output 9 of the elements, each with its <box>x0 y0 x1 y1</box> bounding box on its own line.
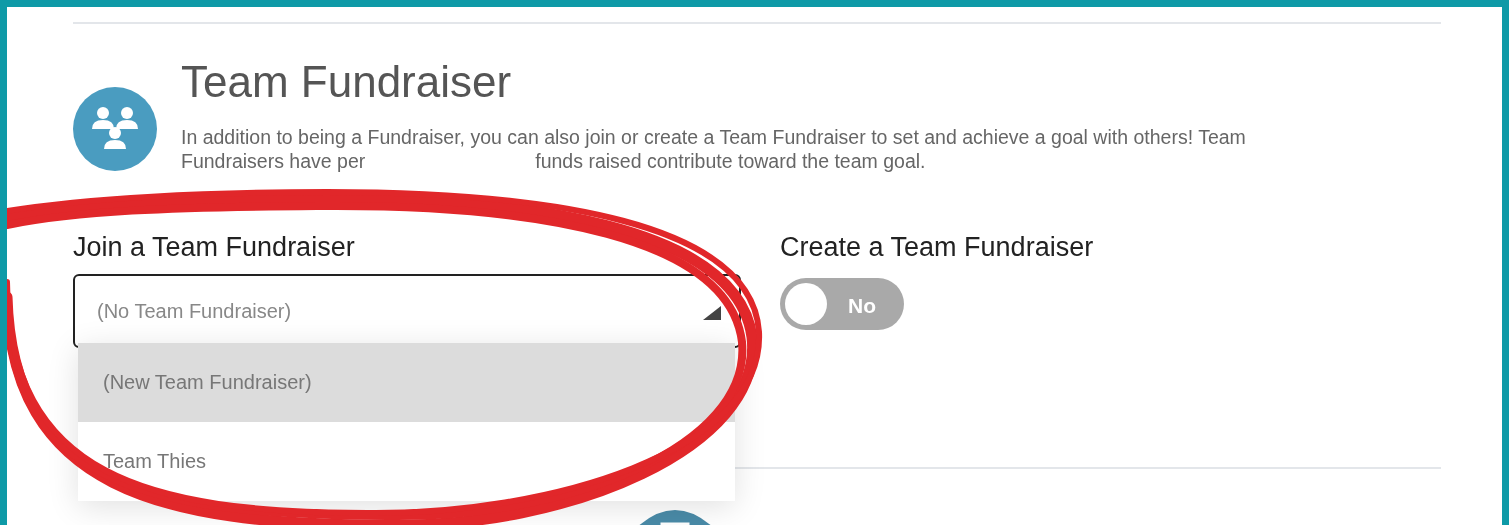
dropdown-option[interactable]: Team Thies <box>78 421 735 501</box>
create-label: Create a Team Fundraiser <box>780 231 1094 264</box>
section-title: Team Fundraiser <box>181 58 513 107</box>
caret-icon <box>703 305 721 320</box>
section-description: In addition to being a Fundraiser, you can also join or create a Team Fundraiser to set and achieve a goal with others! Team Fundraisers have per funds raised contribute toward the team goal. <box>181 126 1246 174</box>
dropdown-option[interactable]: (New Team Fundraiser) <box>78 342 735 422</box>
join-label: Join a Team Fundraiser <box>73 231 356 264</box>
team-select[interactable]: (No Team Fundraiser) <box>73 273 741 348</box>
toggle-switch[interactable]: No <box>780 277 904 330</box>
